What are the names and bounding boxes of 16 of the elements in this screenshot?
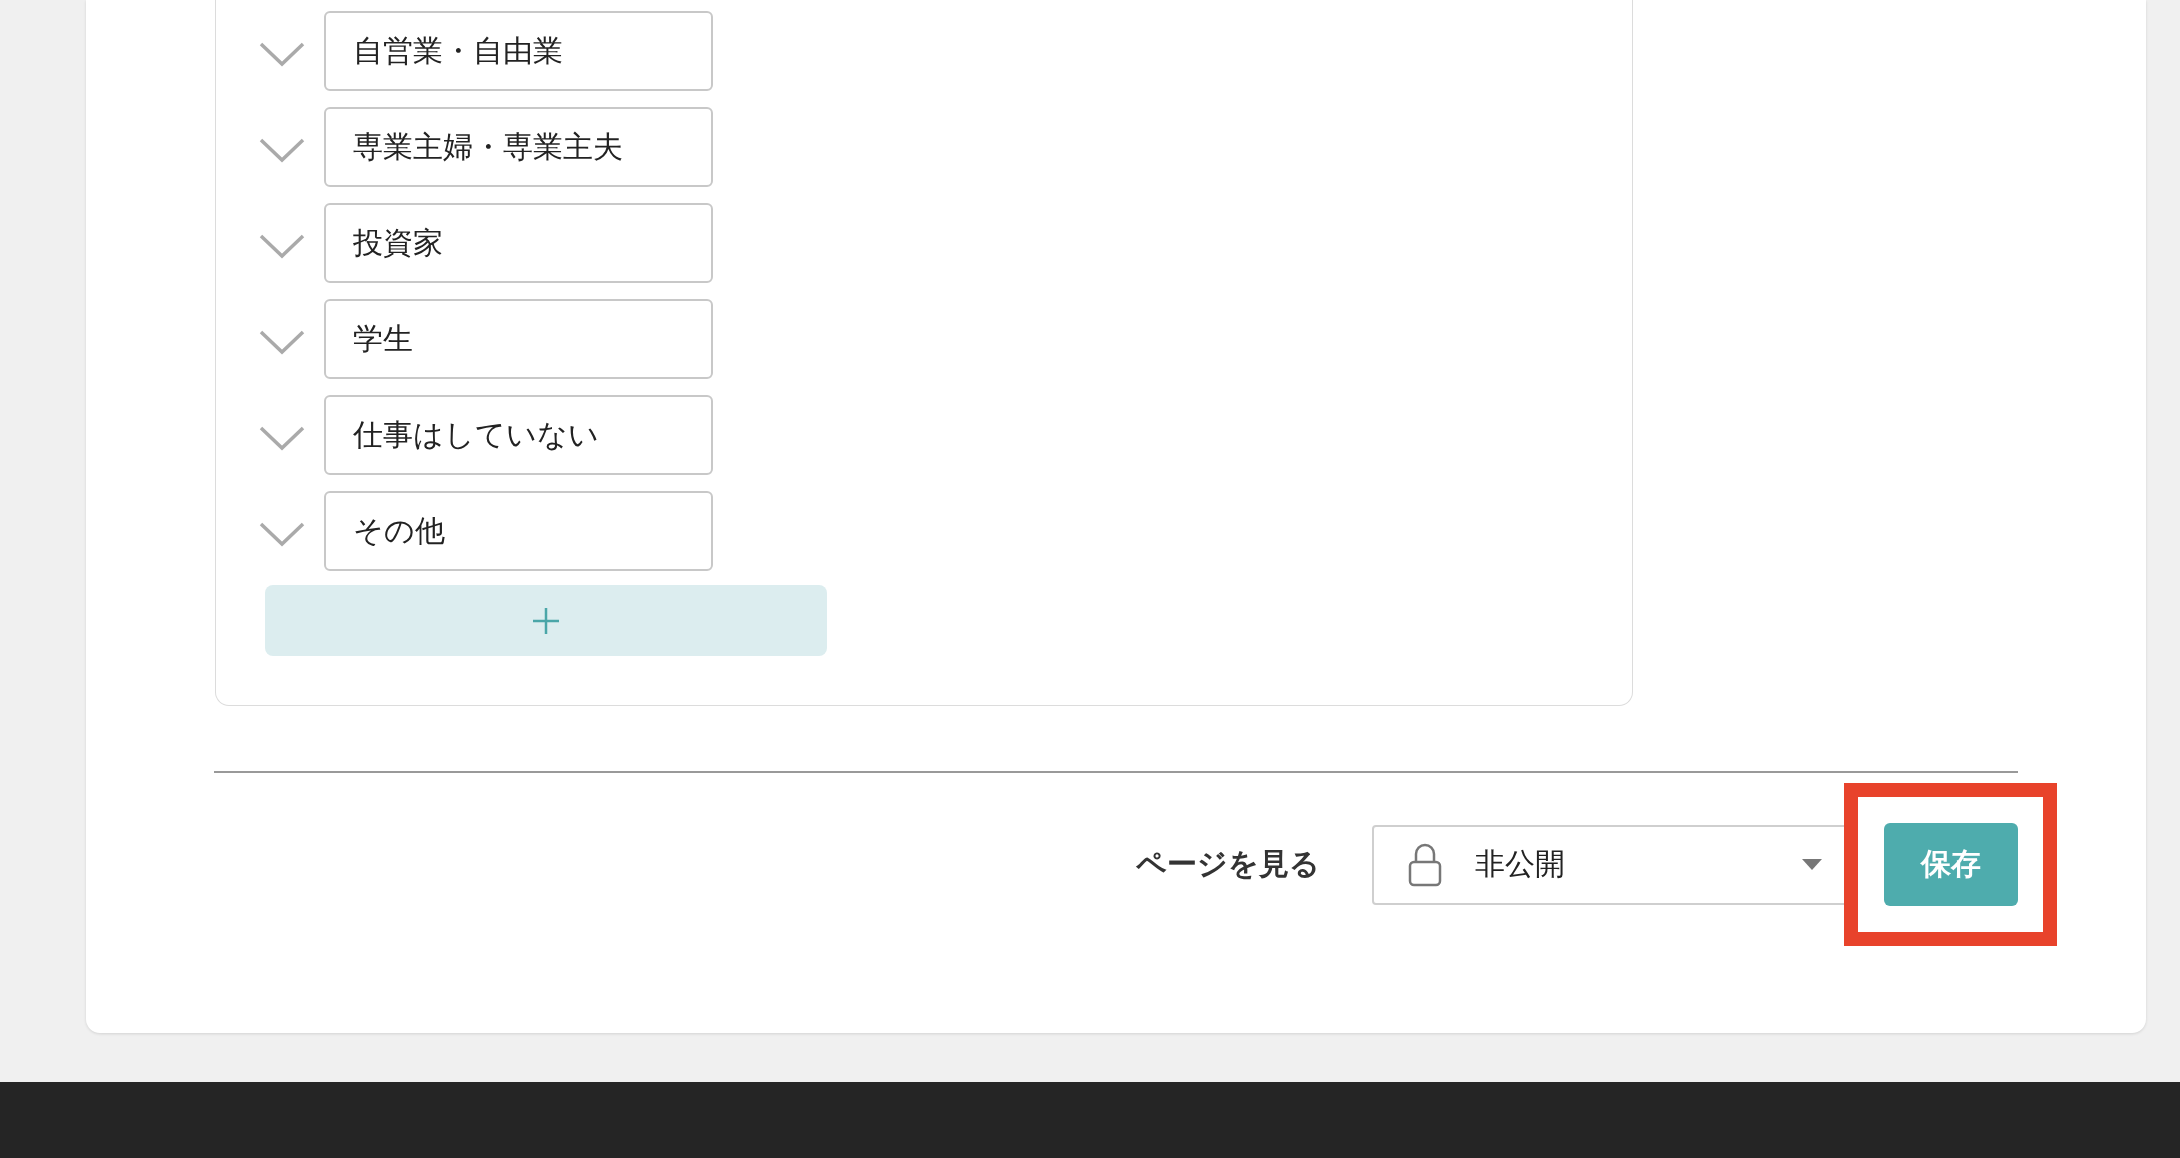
plus-icon [532,606,560,635]
view-page-link[interactable]: ページを見る [1136,844,1320,885]
chevron-down-icon[interactable] [259,329,305,355]
option-input[interactable]: 自営業・自由業 [324,11,713,91]
option-input[interactable]: 投資家 [324,203,713,283]
option-input[interactable]: 専業主婦・専業主夫 [324,107,713,187]
option-input[interactable]: 仕事はしていない [324,395,713,475]
option-input[interactable]: 学生 [324,299,713,379]
chevron-down-icon[interactable] [259,233,305,259]
chevron-down-icon[interactable] [259,425,305,451]
lock-icon [1408,842,1442,887]
chevron-down-icon[interactable] [259,521,305,547]
caret-down-icon [1802,859,1822,870]
chevron-down-icon[interactable] [259,41,305,67]
option-input[interactable]: その他 [324,491,713,571]
chevron-down-icon[interactable] [259,137,305,163]
